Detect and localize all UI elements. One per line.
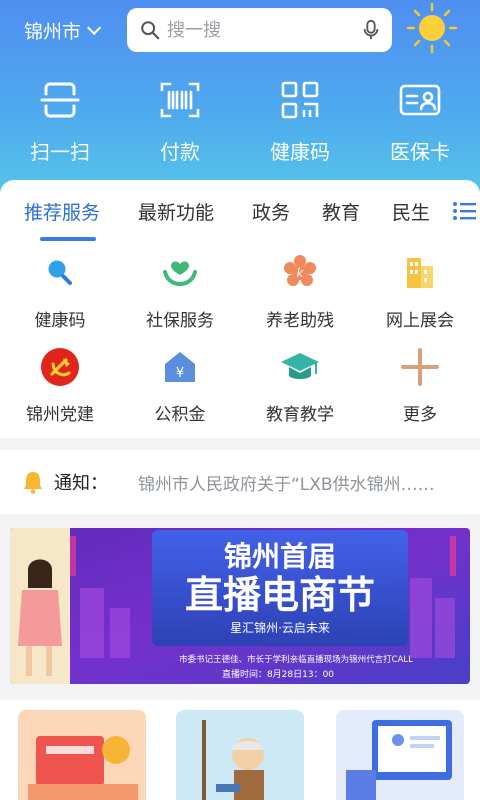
tab-recommended[interactable]: 推荐服务	[24, 198, 100, 225]
banner-time: 直播时间：8月28日13：00	[222, 668, 334, 680]
buildings-icon	[407, 258, 433, 288]
service-education[interactable]: 教育教学	[240, 346, 360, 425]
service-label: 社保服务	[146, 311, 214, 331]
party-emblem-icon	[41, 348, 79, 386]
city-label: 锦州市	[24, 20, 82, 43]
bell-icon	[24, 472, 42, 494]
plus-icon	[401, 348, 439, 386]
banner-title-line1: 锦州首届	[224, 540, 336, 573]
scan-icon	[40, 82, 80, 118]
service-health-code[interactable]: 健康码	[0, 252, 120, 331]
feature-card-2[interactable]	[176, 710, 304, 800]
hands-heart-icon	[163, 261, 197, 287]
qr-code-icon	[281, 81, 319, 119]
quick-action-scan[interactable]: 扫一扫	[0, 78, 120, 168]
service-label: 养老助残	[266, 311, 334, 331]
graduation-cap-icon	[281, 353, 319, 379]
banner-tagline: 星汇锦州·云启未来	[230, 621, 330, 635]
card-illustration-2	[176, 710, 304, 800]
service-elderly-care[interactable]: k 养老助残	[240, 252, 360, 331]
service-label: 锦州党建	[26, 405, 94, 425]
service-housing-fund[interactable]: ¥ 公积金	[120, 346, 240, 425]
banner-caption: 市委书记王德佳、市长于学利亲临直播现场为锦州代言打CALL	[179, 654, 413, 665]
quick-action-label: 扫一扫	[30, 140, 90, 164]
microphone-icon[interactable]	[360, 19, 382, 41]
notice-text[interactable]: 锦州市人民政府关于“LXB供水锦州……	[138, 470, 468, 495]
notice-label: 通知：	[54, 473, 108, 494]
header: 锦州市 搜一搜 扫一扫 付款 健康码 医保卡	[0, 0, 480, 200]
svg-text:¥: ¥	[176, 366, 184, 381]
category-tabs: 推荐服务 最新功能 政务 教育 民生	[0, 180, 480, 241]
tab-government[interactable]: 政务	[252, 198, 290, 225]
search-bar[interactable]	[127, 8, 392, 52]
quick-action-label: 健康码	[270, 140, 330, 164]
quick-actions: 扫一扫 付款 健康码 医保卡	[0, 78, 480, 168]
feature-cards	[0, 700, 480, 800]
service-panel: 推荐服务 最新功能 政务 教育 民生 健康码 社保服务 k 养老助残 网上展会 …	[0, 180, 480, 438]
card-illustration-3	[336, 710, 464, 800]
quick-action-pay[interactable]: 付款	[120, 78, 240, 168]
search-icon	[141, 21, 160, 40]
service-label: 健康码	[34, 311, 86, 331]
active-tab-indicator	[40, 237, 96, 241]
banner-title-line2: 直播电商节	[185, 573, 375, 617]
promo-banner[interactable]: 锦州首届 直播电商节 星汇锦州·云启未来 市委书记王德佳、市长于学利亲临直播现场…	[10, 528, 470, 684]
chevron-down-icon	[87, 20, 102, 35]
quick-action-label: 付款	[160, 140, 200, 164]
service-more[interactable]: 更多	[360, 346, 480, 425]
house-fund-icon: ¥	[165, 352, 195, 382]
barcode-icon	[160, 82, 200, 118]
service-online-expo[interactable]: 网上展会	[360, 252, 480, 331]
service-party-building[interactable]: 锦州党建	[0, 346, 120, 425]
tab-education[interactable]: 教育	[322, 198, 360, 225]
svg-text:k: k	[297, 266, 305, 280]
quick-action-label: 医保卡	[390, 140, 450, 164]
medical-card-icon	[399, 84, 441, 116]
quick-action-health-code[interactable]: 健康码	[240, 78, 360, 168]
service-label: 公积金	[154, 405, 206, 425]
banner-artwork: 锦州首届 直播电商节 星汇锦州·云启未来 市委书记王德佳、市长于学利亲临直播现场…	[10, 528, 470, 684]
tab-new-features[interactable]: 最新功能	[138, 198, 214, 225]
service-social-security[interactable]: 社保服务	[120, 252, 240, 331]
service-label: 网上展会	[386, 311, 454, 331]
tab-livelihood[interactable]: 民生	[392, 198, 430, 225]
feature-card-1[interactable]	[18, 710, 146, 800]
sun-weather-icon[interactable]	[405, 2, 459, 54]
list-menu-icon[interactable]	[452, 200, 476, 222]
search-input[interactable]	[167, 19, 347, 41]
city-selector[interactable]: 锦州市	[24, 16, 102, 44]
notice-bar[interactable]: 通知： 锦州市人民政府关于“LXB供水锦州……	[0, 450, 480, 514]
service-label: 更多	[403, 405, 437, 425]
service-label: 教育教学	[266, 405, 334, 425]
elderly-care-icon: k	[284, 255, 316, 286]
feature-card-3[interactable]	[336, 710, 464, 800]
magnifier-icon	[48, 260, 72, 285]
card-illustration-1	[18, 710, 146, 800]
quick-action-medical-card[interactable]: 医保卡	[360, 78, 480, 168]
